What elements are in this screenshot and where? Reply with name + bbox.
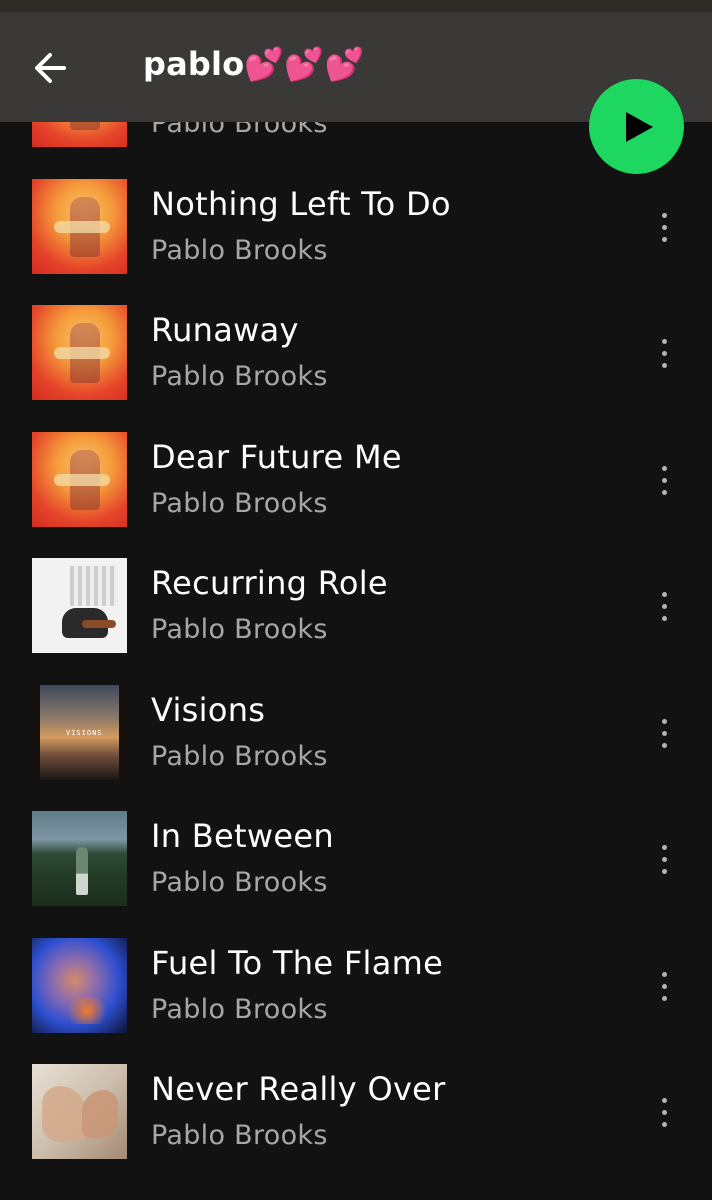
album-cover (32, 179, 127, 274)
more-options-icon[interactable] (644, 331, 684, 375)
track-row[interactable]: Dear Future Me Pablo Brooks (0, 432, 712, 558)
play-icon (626, 111, 653, 142)
track-artist: Pablo Brooks (151, 488, 328, 519)
track-title: Dear Future Me (151, 438, 402, 476)
track-artist: Pablo Brooks (151, 614, 328, 645)
track-artist: Pablo Brooks (151, 1120, 328, 1151)
arrow-left-icon (35, 53, 66, 83)
track-artist: Pablo Brooks (151, 361, 328, 392)
track-title: Nothing Left To Do (151, 185, 451, 223)
track-row[interactable]: Never Really Over Pablo Brooks (0, 1064, 712, 1190)
more-options-icon[interactable] (644, 584, 684, 628)
track-row[interactable]: Recurring Role Pablo Brooks (0, 558, 712, 684)
more-options-icon[interactable] (644, 964, 684, 1008)
more-options-icon[interactable] (644, 205, 684, 249)
album-cover (32, 305, 127, 400)
more-options-icon[interactable] (644, 711, 684, 755)
track-row[interactable]: Nothing Left To Do Pablo Brooks (0, 179, 712, 305)
track-title: In Between (151, 817, 334, 855)
more-options-icon[interactable] (644, 837, 684, 881)
track-artist: Pablo Brooks (151, 235, 328, 266)
track-row[interactable]: Fuel To The Flame Pablo Brooks (0, 938, 712, 1064)
playlist-title: pablo💕💕💕 (143, 45, 365, 83)
album-cover (32, 432, 127, 527)
track-list: Pablo Brooks Nothing Left To Do Pablo Br… (0, 0, 712, 1200)
track-title: Runaway (151, 311, 299, 349)
more-options-icon[interactable] (644, 458, 684, 502)
track-row[interactable]: Runaway Pablo Brooks (0, 305, 712, 431)
album-cover (32, 558, 127, 653)
album-cover (32, 1064, 127, 1159)
track-artist: Pablo Brooks (151, 867, 328, 898)
track-row[interactable]: VISIONS Visions Pablo Brooks (0, 685, 712, 811)
track-row[interactable]: In Between Pablo Brooks (0, 811, 712, 937)
album-cover (32, 938, 127, 1033)
play-button[interactable] (589, 79, 684, 174)
track-title: Never Really Over (151, 1070, 446, 1108)
album-cover-text: VISIONS (66, 729, 103, 737)
album-cover (32, 811, 127, 906)
track-artist: Pablo Brooks (151, 741, 328, 772)
more-options-icon[interactable] (644, 1090, 684, 1134)
track-title: Visions (151, 691, 266, 729)
track-artist: Pablo Brooks (151, 994, 328, 1025)
track-title: Fuel To The Flame (151, 944, 444, 982)
back-button[interactable] (24, 44, 76, 92)
album-cover: VISIONS (32, 685, 127, 780)
track-title: Recurring Role (151, 564, 388, 602)
